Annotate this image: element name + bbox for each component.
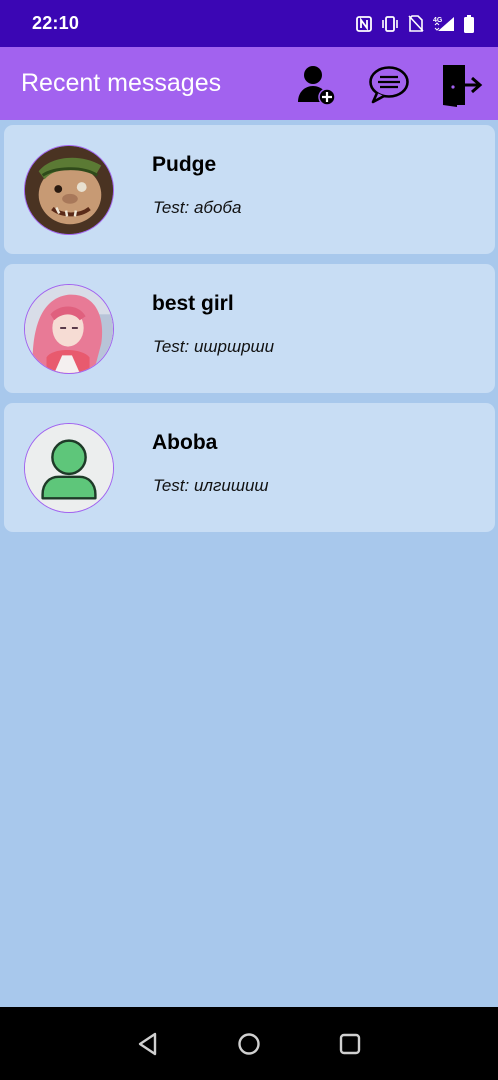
logout-button[interactable] [439, 63, 483, 107]
pudge-avatar-icon [25, 146, 113, 234]
avatar [24, 423, 114, 513]
status-time: 22:10 [32, 13, 80, 33]
nfc-icon [356, 15, 372, 32]
conversation-item[interactable]: Pudge Test: абоба [4, 125, 495, 254]
network-label: 4G [433, 17, 443, 24]
conversation-item[interactable]: best girl Test: ишршрши [4, 264, 495, 393]
app-bar: Recent messages [0, 47, 498, 120]
add-user-icon [298, 66, 336, 106]
system-nav-bar [0, 1007, 498, 1080]
no-sim-icon [408, 15, 424, 32]
conversation-preview: Test: илгишиш [153, 476, 269, 495]
chat-bubble-icon [369, 66, 409, 104]
status-icons: 4G [356, 14, 474, 33]
home-icon[interactable] [234, 1029, 264, 1059]
battery-icon [464, 14, 474, 33]
conversation-preview: Test: ишршрши [153, 337, 275, 356]
avatar [24, 284, 114, 374]
new-chat-button[interactable] [367, 63, 411, 107]
vibrate-icon [382, 15, 398, 32]
conversation-name: best girl [152, 292, 234, 315]
conversation-name: Pudge [152, 153, 217, 176]
page-title: Recent messages [21, 69, 222, 97]
status-bar: 22:10 4G [0, 0, 498, 47]
default-user-avatar-icon [25, 424, 113, 512]
conversation-name: Aboba [152, 431, 218, 454]
add-user-button[interactable] [294, 63, 338, 107]
conversation-preview: Test: абоба [153, 198, 242, 217]
signal-4g-icon: 4G [433, 17, 454, 31]
back-icon[interactable] [133, 1029, 163, 1059]
anime-girl-avatar-icon [25, 285, 113, 373]
avatar [24, 145, 114, 235]
conversation-item[interactable]: Aboba Test: илгишиш [4, 403, 495, 532]
recents-icon[interactable] [335, 1029, 365, 1059]
logout-icon [443, 65, 483, 107]
